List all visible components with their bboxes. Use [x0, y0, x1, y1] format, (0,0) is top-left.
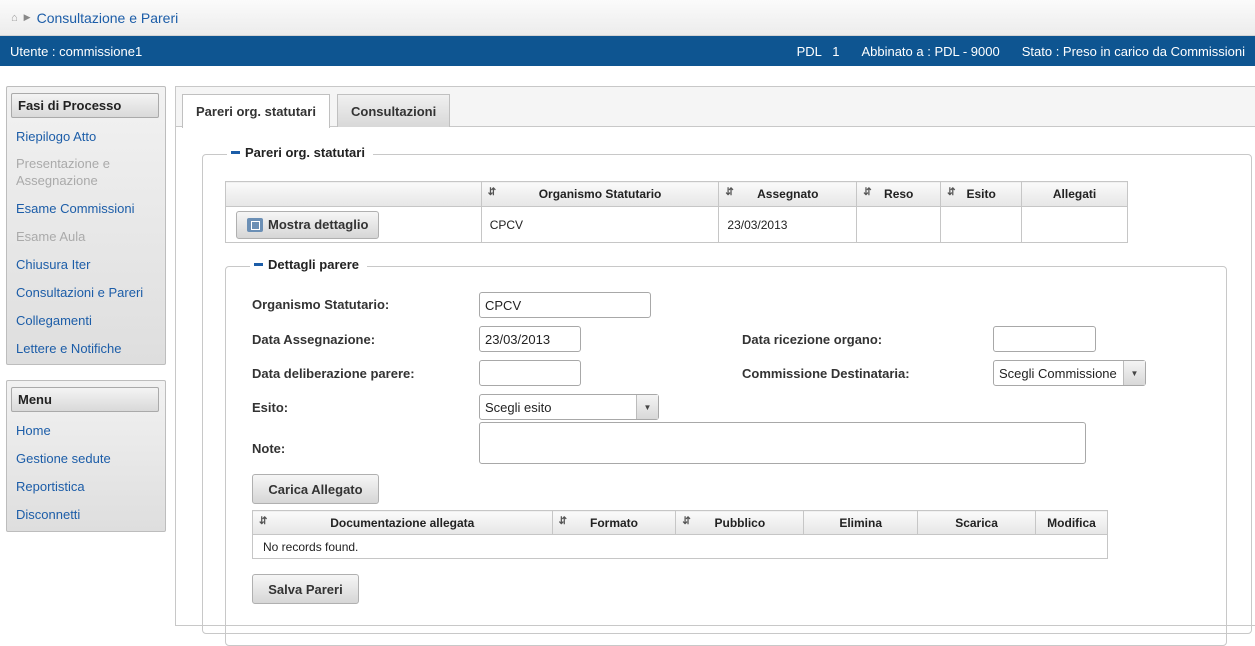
- fasi-panel-title: Fasi di Processo: [11, 93, 159, 118]
- commissione-select[interactable]: Scegli Commissione ▼: [993, 360, 1146, 386]
- sort-icon: ⇵: [725, 187, 734, 198]
- sort-icon: ⇵: [259, 516, 268, 527]
- table-header-scarica: Scarica: [917, 510, 1036, 535]
- menu-item-home[interactable]: Home: [7, 416, 165, 444]
- menu-panel-title: Menu: [11, 387, 159, 412]
- pareri-legend[interactable]: Pareri org. statutari: [227, 145, 373, 160]
- pdl-label: PDL 1: [796, 43, 840, 59]
- user-bar: Utente : commissione1 PDL 1 Abbinato a :…: [0, 36, 1255, 66]
- data-ricezione-label: Data ricezione organo:: [742, 332, 883, 347]
- chevron-right-icon: ▶: [23, 12, 31, 22]
- esito-select[interactable]: Scegli esito ▼: [479, 394, 659, 420]
- breadcrumb: ⌂ ▶ Consultazione e Pareri: [0, 0, 1255, 36]
- carica-allegato-button[interactable]: Carica Allegato: [252, 474, 379, 504]
- table-header-pubblico[interactable]: ⇵ Pubblico: [675, 510, 805, 535]
- collapse-icon: [254, 263, 263, 266]
- cell-esito: [940, 206, 1023, 243]
- chevron-down-icon[interactable]: ▼: [636, 395, 658, 419]
- sort-icon: ⇵: [487, 187, 497, 198]
- data-assegnazione-label: Data Assegnazione:: [252, 332, 376, 347]
- fasi-panel: Fasi di Processo Riepilogo Atto Presenta…: [6, 86, 166, 365]
- note-textarea[interactable]: [479, 422, 1086, 464]
- table-header-modifica: Modifica: [1034, 510, 1109, 535]
- dettagli-legend[interactable]: Dettagli parere: [250, 257, 368, 272]
- table-header-allegati: Allegati: [1021, 181, 1128, 207]
- no-records-cell: No records found.: [252, 534, 1108, 559]
- menu-item-disconnetti[interactable]: Disconnetti: [7, 500, 165, 528]
- user-label: Utente : commissione1: [10, 43, 143, 59]
- data-deliberazione-label: Data deliberazione parere:: [252, 366, 415, 381]
- table-header-reso[interactable]: ⇵ Reso: [856, 181, 942, 207]
- sidebar-item-riepilogo[interactable]: Riepilogo Atto: [7, 122, 165, 150]
- sidebar-item-esame-aula: Esame Aula: [16, 228, 86, 244]
- table-header-assegnato[interactable]: ⇵ Assegnato: [718, 181, 858, 207]
- tab-consultazioni[interactable]: Consultazioni: [337, 94, 451, 127]
- salva-pareri-button[interactable]: Salva Pareri: [252, 574, 359, 604]
- detail-icon: [247, 217, 263, 232]
- table-header-blank: [225, 181, 482, 207]
- organismo-field[interactable]: CPCV: [479, 292, 651, 318]
- data-assegnazione-field[interactable]: 23/03/2013: [479, 326, 581, 352]
- esito-label: Esito:: [252, 400, 289, 415]
- sort-icon: ⇵: [863, 187, 872, 198]
- note-label: Note:: [252, 441, 286, 456]
- cell-organismo: CPCV: [480, 206, 720, 243]
- table-header-documentazione[interactable]: ⇵ Documentazione allegata: [252, 510, 553, 535]
- sidebar-item-chiusura-iter[interactable]: Chiusura Iter: [7, 250, 165, 278]
- data-ricezione-field[interactable]: [993, 326, 1096, 352]
- sort-icon: ⇵: [947, 187, 956, 198]
- stato-label: Stato : Preso in carico da Commissioni: [1021, 43, 1245, 59]
- data-deliberazione-field[interactable]: [479, 360, 581, 386]
- sort-icon: ⇵: [558, 516, 567, 527]
- commissione-select-value: Scegli Commissione: [999, 365, 1117, 381]
- pareri-legend-label: Pareri org. statutari: [245, 145, 365, 160]
- cell-assegnato: 23/03/2013: [718, 206, 858, 243]
- pareri-table: ⇵ Organismo Statutario ⇵ Assegnato ⇵ Reso ⇵…: [225, 181, 1128, 243]
- sidebar-item-lettere-notifiche[interactable]: Lettere e Notifiche: [7, 334, 165, 362]
- collapse-icon: [231, 151, 240, 154]
- table-header-organismo[interactable]: ⇵ Organismo Statutario: [480, 181, 720, 207]
- breadcrumb-current[interactable]: Consultazione e Pareri: [37, 10, 179, 26]
- sort-icon: ⇵: [682, 516, 691, 527]
- table-header-esito[interactable]: ⇵ Esito: [940, 181, 1023, 207]
- table-header-formato[interactable]: ⇵ Formato: [551, 510, 677, 535]
- dettagli-legend-label: Dettagli parere: [268, 257, 360, 272]
- table-header-elimina: Elimina: [803, 510, 919, 535]
- abbinato-label: Abbinato a : PDL - 9000: [861, 43, 1000, 59]
- menu-panel: Menu Home Gestione sedute Reportistica D…: [6, 380, 166, 532]
- organismo-label: Organismo Statutario:: [252, 297, 390, 312]
- menu-item-gestione-sedute[interactable]: Gestione sedute: [7, 444, 165, 472]
- menu-item-reportistica[interactable]: Reportistica: [7, 472, 165, 500]
- table-row: No records found.: [252, 534, 1108, 559]
- sidebar-item-consultazioni-pareri[interactable]: Consultazioni e Pareri: [7, 278, 165, 306]
- commissione-label: Commissione Destinataria:: [742, 366, 910, 381]
- chevron-down-icon[interactable]: ▼: [1123, 361, 1145, 385]
- sidebar-item-presentazione: Presentazione e Assegnazione: [16, 156, 110, 188]
- main-content: Pareri org. statutari Consultazioni Pare…: [175, 86, 1255, 646]
- cell-reso: [856, 206, 942, 243]
- tab-pareri[interactable]: Pareri org. statutari: [182, 94, 330, 128]
- esito-select-value: Scegli esito: [485, 399, 552, 415]
- sidebar-item-esame-commissioni[interactable]: Esame Commissioni: [7, 194, 165, 222]
- table-row: Mostra dettaglio CPCV 23/03/2013: [225, 206, 1128, 243]
- tab-bar: Pareri org. statutari Consultazioni: [176, 87, 1255, 128]
- sidebar-item-collegamenti[interactable]: Collegamenti: [7, 306, 165, 334]
- mostra-dettaglio-button[interactable]: Mostra dettaglio: [236, 210, 380, 239]
- dettagli-fieldset: Dettagli parere Organismo Statutario: CP…: [225, 257, 1227, 646]
- documentazione-table: ⇵ Documentazione allegata ⇵ Formato ⇵ Pubbl…: [252, 510, 1109, 559]
- pareri-fieldset: Pareri org. statutari ⇵ Organismo Statuta…: [202, 145, 1252, 646]
- home-icon[interactable]: ⌂: [11, 12, 18, 24]
- cell-allegati: [1021, 206, 1128, 243]
